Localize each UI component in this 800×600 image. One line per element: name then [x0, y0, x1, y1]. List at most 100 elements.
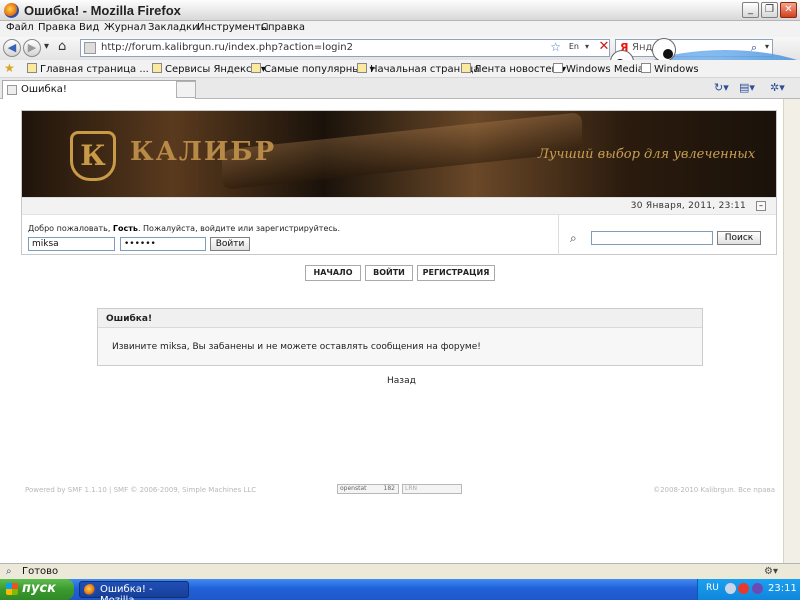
- counter-value: 182: [383, 485, 395, 492]
- tab-title: Ошибка!: [21, 84, 67, 95]
- forum-header: К КАЛИБР Лучший выбор для увлеченных 30 …: [21, 110, 777, 255]
- close-button[interactable]: ✕: [780, 2, 797, 18]
- status-addon-icon[interactable]: ⚙▾: [764, 566, 778, 577]
- bookmark-icon: [357, 63, 367, 73]
- status-search-icon: ⌕: [6, 566, 12, 577]
- openstat-counter[interactable]: openstat 182: [337, 484, 399, 494]
- vertical-scrollbar[interactable]: [783, 99, 800, 563]
- forward-arrow-icon[interactable]: ▶: [23, 39, 41, 57]
- yandex-icon: Я: [620, 41, 629, 54]
- bookmark-star-icon[interactable]: ☆: [550, 40, 561, 54]
- search-button[interactable]: Поиск: [717, 231, 761, 245]
- kalibr-logo-icon: К: [70, 131, 116, 181]
- bookmark-item[interactable]: Windows Media: [553, 63, 644, 75]
- bookmark-icon: [152, 63, 162, 73]
- home-icon[interactable]: ⌂: [58, 39, 66, 54]
- nav-login-button[interactable]: ВОЙТИ: [365, 265, 413, 281]
- stop-icon[interactable]: ✕: [596, 39, 612, 57]
- page-menu-icon[interactable]: ▤▾: [739, 81, 755, 94]
- reload-icon[interactable]: ↻▾: [714, 81, 729, 94]
- password-input[interactable]: ••••••: [120, 237, 206, 251]
- welcome-text: Добро пожаловать, Гость. Пожалуйста, вой…: [28, 224, 340, 233]
- bookmark-item[interactable]: Лента новостей ▾: [461, 63, 566, 75]
- nav-register-button[interactable]: РЕГИСТРАЦИЯ: [417, 265, 495, 281]
- search-box[interactable]: Я Яндекс ⌕ ▾: [615, 39, 773, 57]
- forum-brand: КАЛИБР: [130, 137, 277, 167]
- login-divider: [558, 215, 559, 255]
- back-link[interactable]: Назад: [387, 376, 416, 386]
- counter-label: openstat: [340, 485, 367, 492]
- login-button[interactable]: Войти: [210, 237, 250, 251]
- bookmark-item[interactable]: Windows: [641, 63, 699, 75]
- bookmark-icon: [27, 63, 37, 73]
- windows-taskbar: пуск Ошибка! - Mozilla... RU 23:11: [0, 579, 800, 600]
- welcome-suffix: . Пожалуйста, войдите или зарегистрируйт…: [137, 224, 341, 233]
- menu-bar: Файл Правка Вид Журнал Закладки Инструме…: [0, 21, 800, 37]
- menu-item-history[interactable]: Журнал: [104, 22, 146, 33]
- taskbar-item-label: Ошибка! - Mozilla...: [100, 584, 153, 600]
- bookmark-icon: [641, 63, 651, 73]
- username-input[interactable]: miksa: [28, 237, 115, 251]
- menu-item-bookmarks[interactable]: Закладки: [148, 22, 199, 33]
- minimize-button[interactable]: _: [742, 2, 759, 18]
- tray-app-icon[interactable]: [752, 583, 763, 594]
- menu-item-tools[interactable]: Инструменты: [197, 22, 269, 33]
- windows-logo-icon: [6, 583, 18, 595]
- page-viewport: К КАЛИБР Лучший выбор для увлеченных 30 …: [0, 99, 783, 563]
- new-tab-button[interactable]: [176, 81, 196, 98]
- error-title: Ошибка!: [98, 309, 702, 328]
- url-text[interactable]: http://forum.kalibrgun.ru/index.php?acti…: [101, 42, 353, 53]
- footer-copyright: ©2008-2010 Kalibrgun. Все права: [653, 486, 775, 494]
- window-title: Ошибка! - Mozilla Firefox: [24, 3, 181, 18]
- current-date: 30 Января, 2011, 23:11: [630, 201, 746, 211]
- nav-home-button[interactable]: НАЧАЛО: [305, 265, 361, 281]
- start-button[interactable]: пуск: [0, 579, 74, 600]
- menu-item-file[interactable]: Файл: [6, 22, 34, 33]
- welcome-prefix: Добро пожаловать,: [28, 224, 113, 233]
- start-label: пуск: [22, 581, 56, 596]
- second-counter[interactable]: LRN: [402, 484, 462, 494]
- search-dropdown-icon[interactable]: ▾: [765, 42, 769, 51]
- status-text: Готово: [22, 566, 59, 577]
- forum-slogan: Лучший выбор для увлеченных: [538, 147, 756, 162]
- bookmarks-star-icon[interactable]: ★: [4, 61, 15, 75]
- bookmark-item[interactable]: Самые популярные ▾: [251, 63, 375, 75]
- search-placeholder: Яндекс: [632, 42, 671, 53]
- collapse-icon[interactable]: –: [756, 201, 766, 211]
- language-badge[interactable]: En: [569, 42, 579, 51]
- bookmark-item[interactable]: Главная страница ...: [27, 63, 149, 75]
- language-indicator[interactable]: RU: [706, 583, 719, 593]
- bookmark-item[interactable]: Сервисы Яндекса ▾: [152, 63, 266, 75]
- search-icon[interactable]: ⌕: [751, 41, 757, 55]
- menu-item-view[interactable]: Вид: [79, 22, 99, 33]
- menu-item-edit[interactable]: Правка: [38, 22, 76, 33]
- tab-active[interactable]: Ошибка!: [2, 80, 196, 99]
- back-arrow-icon[interactable]: ◀: [3, 39, 21, 57]
- url-bar[interactable]: http://forum.kalibrgun.ru/index.php?acti…: [80, 39, 610, 57]
- taskbar-item-firefox[interactable]: Ошибка! - Mozilla...: [79, 581, 189, 600]
- maximize-button[interactable]: ❐: [761, 2, 778, 18]
- history-dropdown-icon[interactable]: ▾: [44, 41, 49, 52]
- tools-menu-icon[interactable]: ✲▾: [770, 81, 785, 94]
- magnifier-icon: ⌕: [570, 231, 577, 245]
- error-message: Извините miksa, Вы забанены и не можете …: [112, 342, 481, 352]
- url-dropdown-icon[interactable]: ▾: [585, 42, 589, 51]
- navigation-toolbar: ◀ ▶ ▾ ⌂ http://forum.kalibrgun.ru/index.…: [0, 37, 800, 60]
- window-titlebar: Ошибка! - Mozilla Firefox _ ❐ ✕: [0, 0, 800, 21]
- date-bar: 30 Января, 2011, 23:11 –: [22, 197, 776, 214]
- menu-item-help[interactable]: Справка: [261, 22, 305, 33]
- system-tray: RU 23:11: [697, 579, 800, 600]
- error-box: Ошибка! Извините miksa, Вы забанены и не…: [97, 308, 703, 366]
- tray-antivirus-icon[interactable]: [738, 583, 749, 594]
- firefox-logo-icon: [4, 3, 19, 18]
- forum-banner: К КАЛИБР Лучший выбор для увлеченных: [22, 111, 776, 197]
- login-row: Добро пожаловать, Гость. Пожалуйста, вой…: [22, 214, 776, 255]
- status-bar: ⌕ Готово ⚙▾: [0, 563, 800, 579]
- forum-search-input[interactable]: [591, 231, 713, 245]
- bookmark-icon: [461, 63, 471, 73]
- welcome-guest: Гость: [112, 224, 138, 233]
- footer-powered-by[interactable]: Powered by SMF 1.1.10 | SMF © 2006-2009,…: [25, 486, 256, 494]
- bookmarks-toolbar: ★ Главная страница ... Сервисы Яндекса ▾…: [0, 60, 800, 78]
- firefox-taskbar-icon: [84, 584, 96, 596]
- tray-arrow-icon[interactable]: [725, 583, 736, 594]
